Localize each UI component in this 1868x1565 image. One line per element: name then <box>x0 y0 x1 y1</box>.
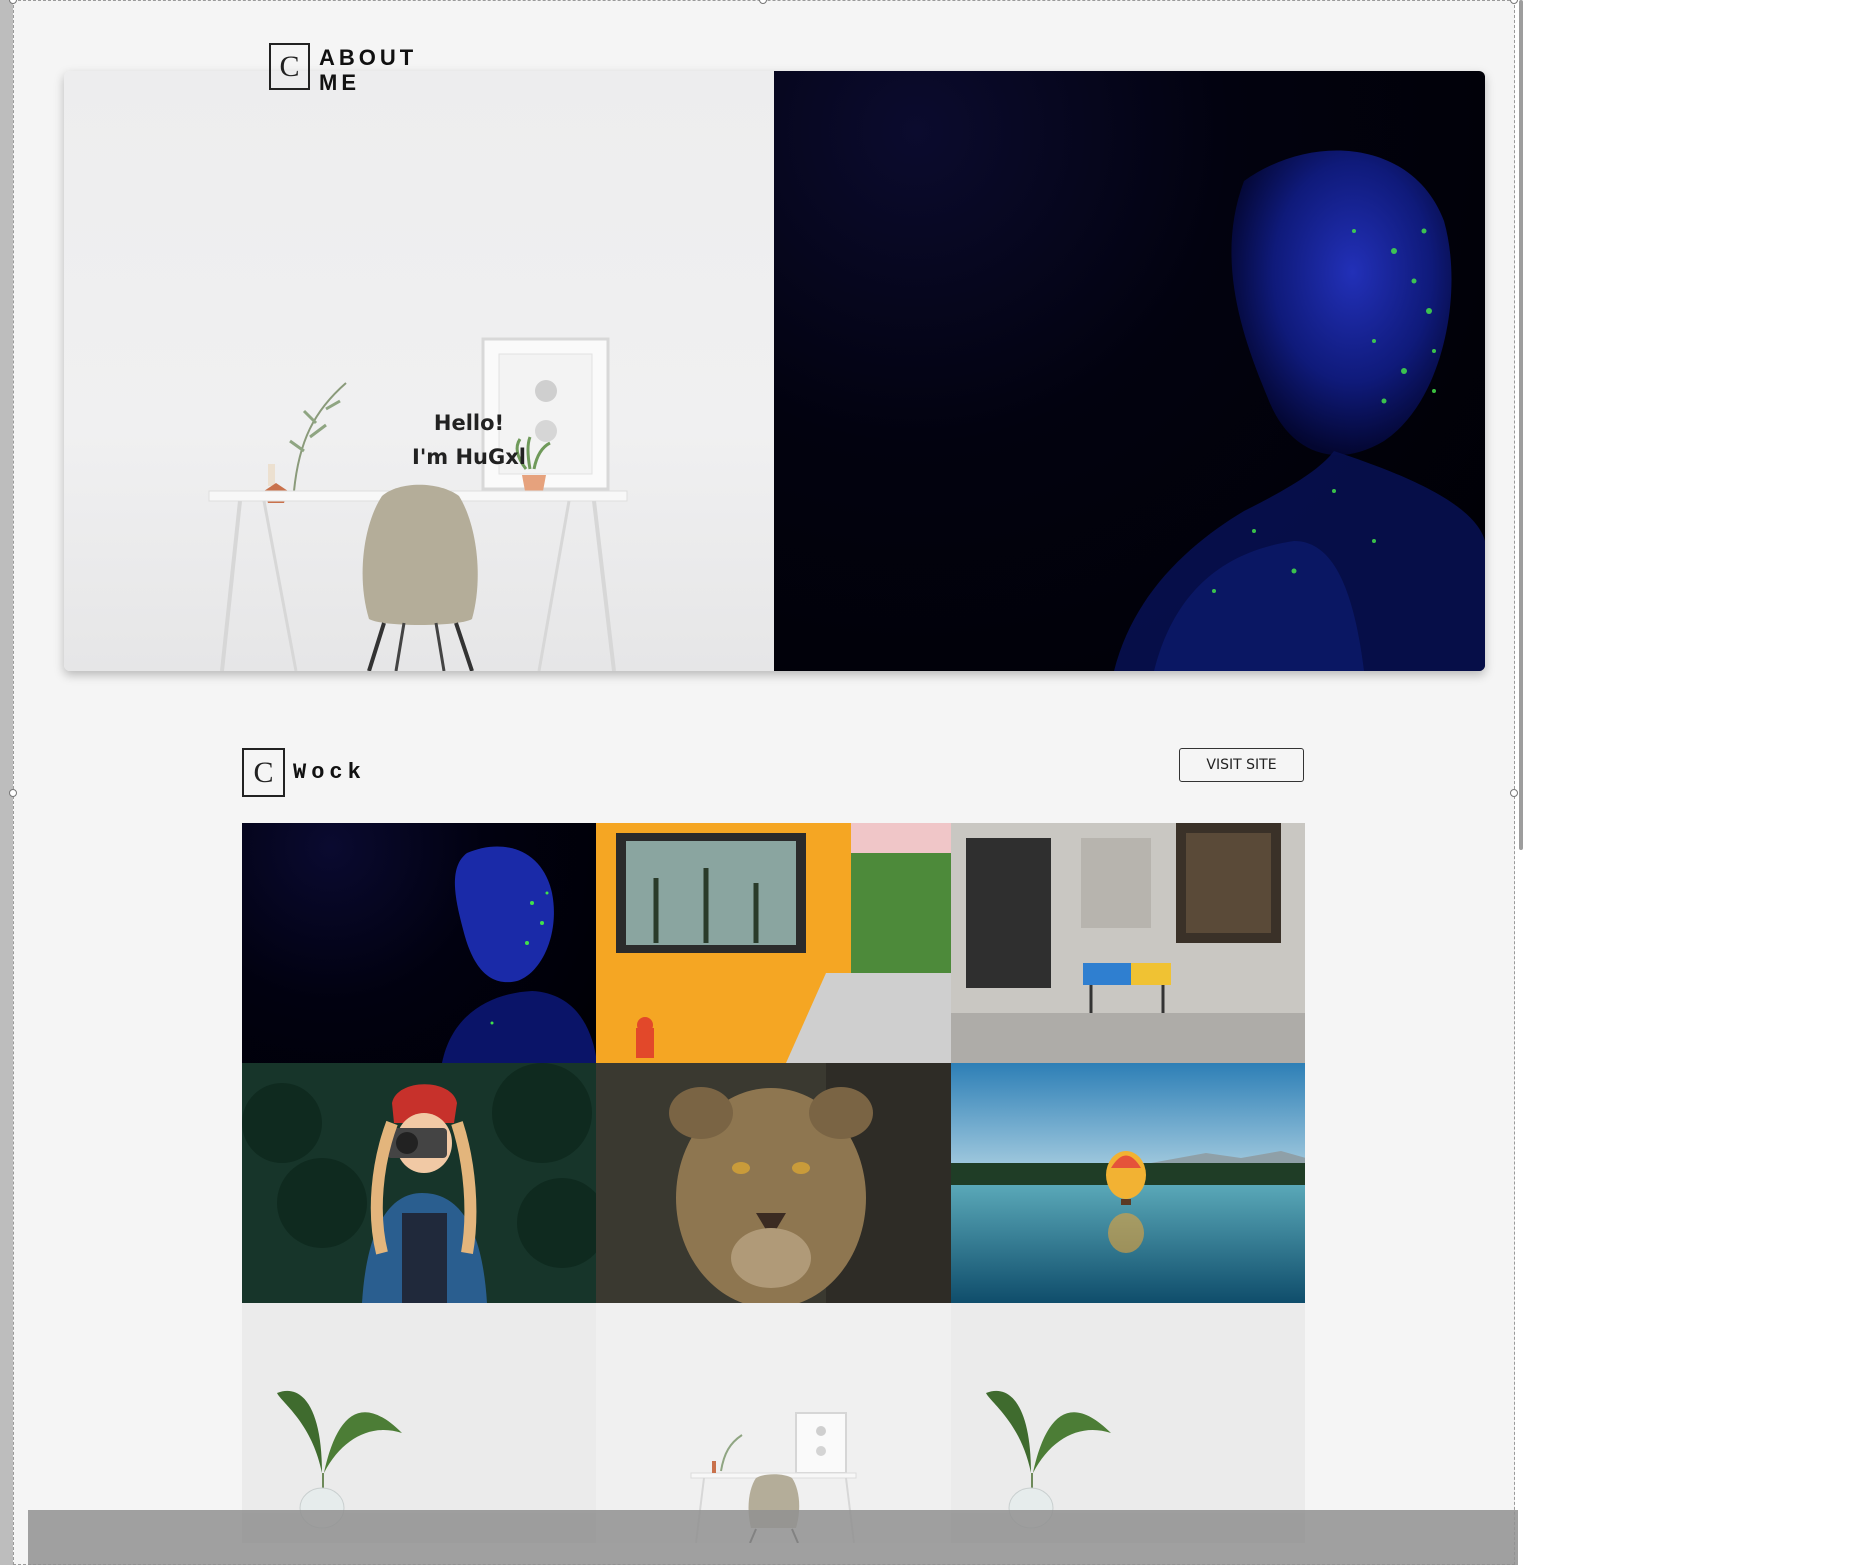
vertical-scrollbar[interactable] <box>1519 0 1523 850</box>
tile-plant-vase-photo-2[interactable] <box>950 1303 1305 1543</box>
tile-illustration <box>442 846 597 1063</box>
about-me-logo: C ABOUT ME <box>269 43 417 95</box>
desk-illustration <box>208 337 628 671</box>
resize-handle-mid-left[interactable] <box>9 789 17 797</box>
tile-woman-camera-photo[interactable] <box>242 1063 597 1303</box>
tile-illustration <box>596 1303 951 1543</box>
glitter-portrait-photo <box>774 71 1485 671</box>
work-title: Wock <box>293 760 366 785</box>
tile-illustration <box>950 1063 1305 1303</box>
resize-handle-top-right[interactable] <box>1510 0 1518 4</box>
tile-illustration <box>950 823 1305 1063</box>
desk-workspace-photo: Hello! I'm HuGxl <box>64 71 774 671</box>
logo-box: C <box>242 748 285 797</box>
work-logo: C Wock <box>242 748 366 797</box>
tile-glitter-face-photo[interactable] <box>242 823 597 1063</box>
tile-desk-chair-photo[interactable] <box>596 1303 951 1543</box>
portrait-illustration <box>1114 150 1485 671</box>
bottom-overlay-bar <box>28 1510 1518 1565</box>
tile-illustration <box>596 1063 951 1303</box>
about-me-title: ABOUT ME <box>319 45 417 95</box>
resize-handle-mid-right[interactable] <box>1510 789 1518 797</box>
about-title-line2: ME <box>319 70 360 95</box>
tile-illustration <box>596 823 951 1063</box>
about-hero: Hello! I'm HuGxl <box>64 71 1485 671</box>
left-ruler <box>0 0 13 1565</box>
tile-illustration <box>242 1063 597 1303</box>
tile-plant-vase-photo[interactable] <box>242 1303 597 1543</box>
tile-bench-building-photo[interactable] <box>950 823 1305 1063</box>
logo-box: C <box>269 43 310 90</box>
tile-illustration <box>242 1303 597 1543</box>
tile-cactus-mural-photo[interactable] <box>596 823 951 1063</box>
visit-site-button[interactable]: VISIT SITE <box>1179 748 1304 782</box>
about-title-line1: ABOUT <box>319 45 418 70</box>
hero-greeting: Hello! I'm HuGxl <box>354 406 584 474</box>
page-canvas: C ABOUT ME Hello! I'm HuGxl C Wock VISIT… <box>13 0 1515 1565</box>
greeting-line1: Hello! <box>433 411 505 435</box>
portfolio-grid <box>242 823 1305 1543</box>
tile-lioness-photo[interactable] <box>596 1063 951 1303</box>
greeting-line2: I'm HuGxl <box>412 445 526 469</box>
tile-illustration <box>950 1303 1305 1543</box>
tile-hot-air-balloon-photo[interactable] <box>950 1063 1305 1303</box>
